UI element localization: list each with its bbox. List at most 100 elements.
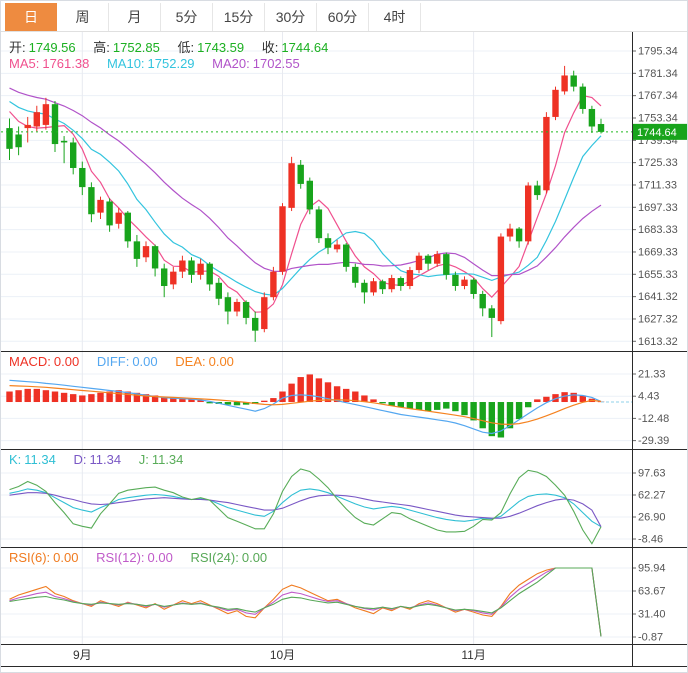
macd-axis-label: 21.33 [638,369,666,381]
candle-body [534,186,540,196]
macd-bar [316,378,322,402]
timeframe-tab-6[interactable]: 60分 [317,3,369,31]
candle-body [70,142,76,168]
candle-body [325,238,331,248]
candle-body [161,268,167,286]
candle-body [580,87,586,109]
main-axis-label: 1767.34 [638,90,678,102]
macd-bar [288,384,294,402]
candle-body [234,302,240,312]
x-axis-month-label: 10月 [270,648,295,662]
rsi-axis-label: 95.94 [638,563,666,575]
candle-body [43,104,49,125]
candle-body [316,209,322,238]
candle-body [525,186,531,242]
timeframe-tab-5[interactable]: 30分 [265,3,317,31]
rsi6-label: RSI(6): [9,550,50,565]
kdj-header: K:11.34 D:11.34 J:11.34 [9,452,186,467]
main-axis-label: 1641.32 [638,291,678,303]
d-line [10,493,602,527]
timeframe-tab-4[interactable]: 15分 [213,3,265,31]
candle-body [279,206,285,271]
ma20-line [10,88,602,276]
macd-bar [261,401,267,402]
macd-value: 0.00 [54,354,79,369]
candle-body [334,245,340,250]
ma20-label: MA20: [212,56,250,71]
macd-bar [452,402,458,411]
ma10-label: MA10: [107,56,145,71]
kdj-axis-label: 26.90 [638,512,666,524]
macd-bar [298,377,304,402]
j-value: 11.34 [152,452,184,467]
candle-body [434,254,440,264]
chart-svg[interactable]: 1795.341781.341767.341753.341739.341725.… [1,1,688,673]
candle-body [370,281,376,292]
macd-bar [61,393,67,402]
candle-body [116,213,122,224]
kdj-axis-label: 97.63 [638,468,666,480]
close-value: 1744.64 [281,40,328,55]
main-axis-label: 1627.32 [638,313,678,325]
rsi24-value: 0.00 [242,550,267,565]
candle-body [343,245,349,267]
candle-body [443,254,449,275]
macd-bar [34,389,40,402]
dea-label: DEA: [175,354,205,369]
candle-body [507,229,513,237]
candle-body [179,260,185,271]
candle-body [61,141,67,143]
candle-body [516,229,522,242]
ma20-value: 1702.55 [253,56,300,71]
main-axis-label: 1725.33 [638,157,678,169]
open-label: 开: [9,40,26,55]
candle-body [252,318,258,331]
candle-body [152,246,158,268]
x-axis-month-label: 9月 [73,648,92,662]
main-axis-label: 1655.33 [638,269,678,281]
ohlc-info-row: 开:1749.56 高:1752.85 低:1743.59 收:1744.64 [9,37,331,56]
macd-bar [516,402,522,419]
timeframe-tab-2[interactable]: 月 [109,3,161,31]
ma5-value: 1761.38 [42,56,89,71]
macd-bar [79,395,85,402]
candle-body [134,241,140,259]
ma5-label: MA5: [9,56,39,71]
macd-bar [498,402,504,437]
macd-bar [407,402,413,409]
ma10-value: 1752.29 [148,56,195,71]
candle-body [489,308,495,318]
macd-bar [379,402,385,403]
timeframe-tab-1[interactable]: 周 [57,3,109,31]
candle-body [552,90,558,117]
k-value: 11.34 [24,452,56,467]
j-label: J: [139,452,149,467]
k-label: K: [9,452,21,467]
timeframe-tab-7[interactable]: 4时 [369,3,421,31]
main-axis-label: 1753.34 [638,112,678,124]
timeframe-tab-0[interactable]: 日 [5,3,57,31]
close-label: 收: [262,40,279,55]
macd-bar [279,392,285,403]
candle-body [389,278,395,289]
d-value: 11.34 [90,452,122,467]
candle-body [379,281,385,289]
macd-bar [443,402,449,409]
macd-bar [370,399,376,402]
high-label: 高: [93,40,110,55]
timeframe-tab-3[interactable]: 5分 [161,3,213,31]
dea-value: 0.00 [209,354,234,369]
macd-bar [270,398,276,402]
candle-body [188,260,194,274]
kline-chart-widget: 日周月5分15分30分60分4时 开:1749.56 高:1752.85 低:1… [0,0,688,673]
candle-body [125,213,131,242]
rsi-axis-label: 31.40 [638,609,666,621]
macd-bar [97,393,103,402]
rsi12-label: RSI(12): [96,550,144,565]
kdj-axis-label: 62.27 [638,490,666,502]
candle-body [52,104,58,144]
candle-body [225,297,231,311]
candle-body [25,125,31,128]
candle-body [498,237,504,322]
diff-value: 0.00 [132,354,157,369]
